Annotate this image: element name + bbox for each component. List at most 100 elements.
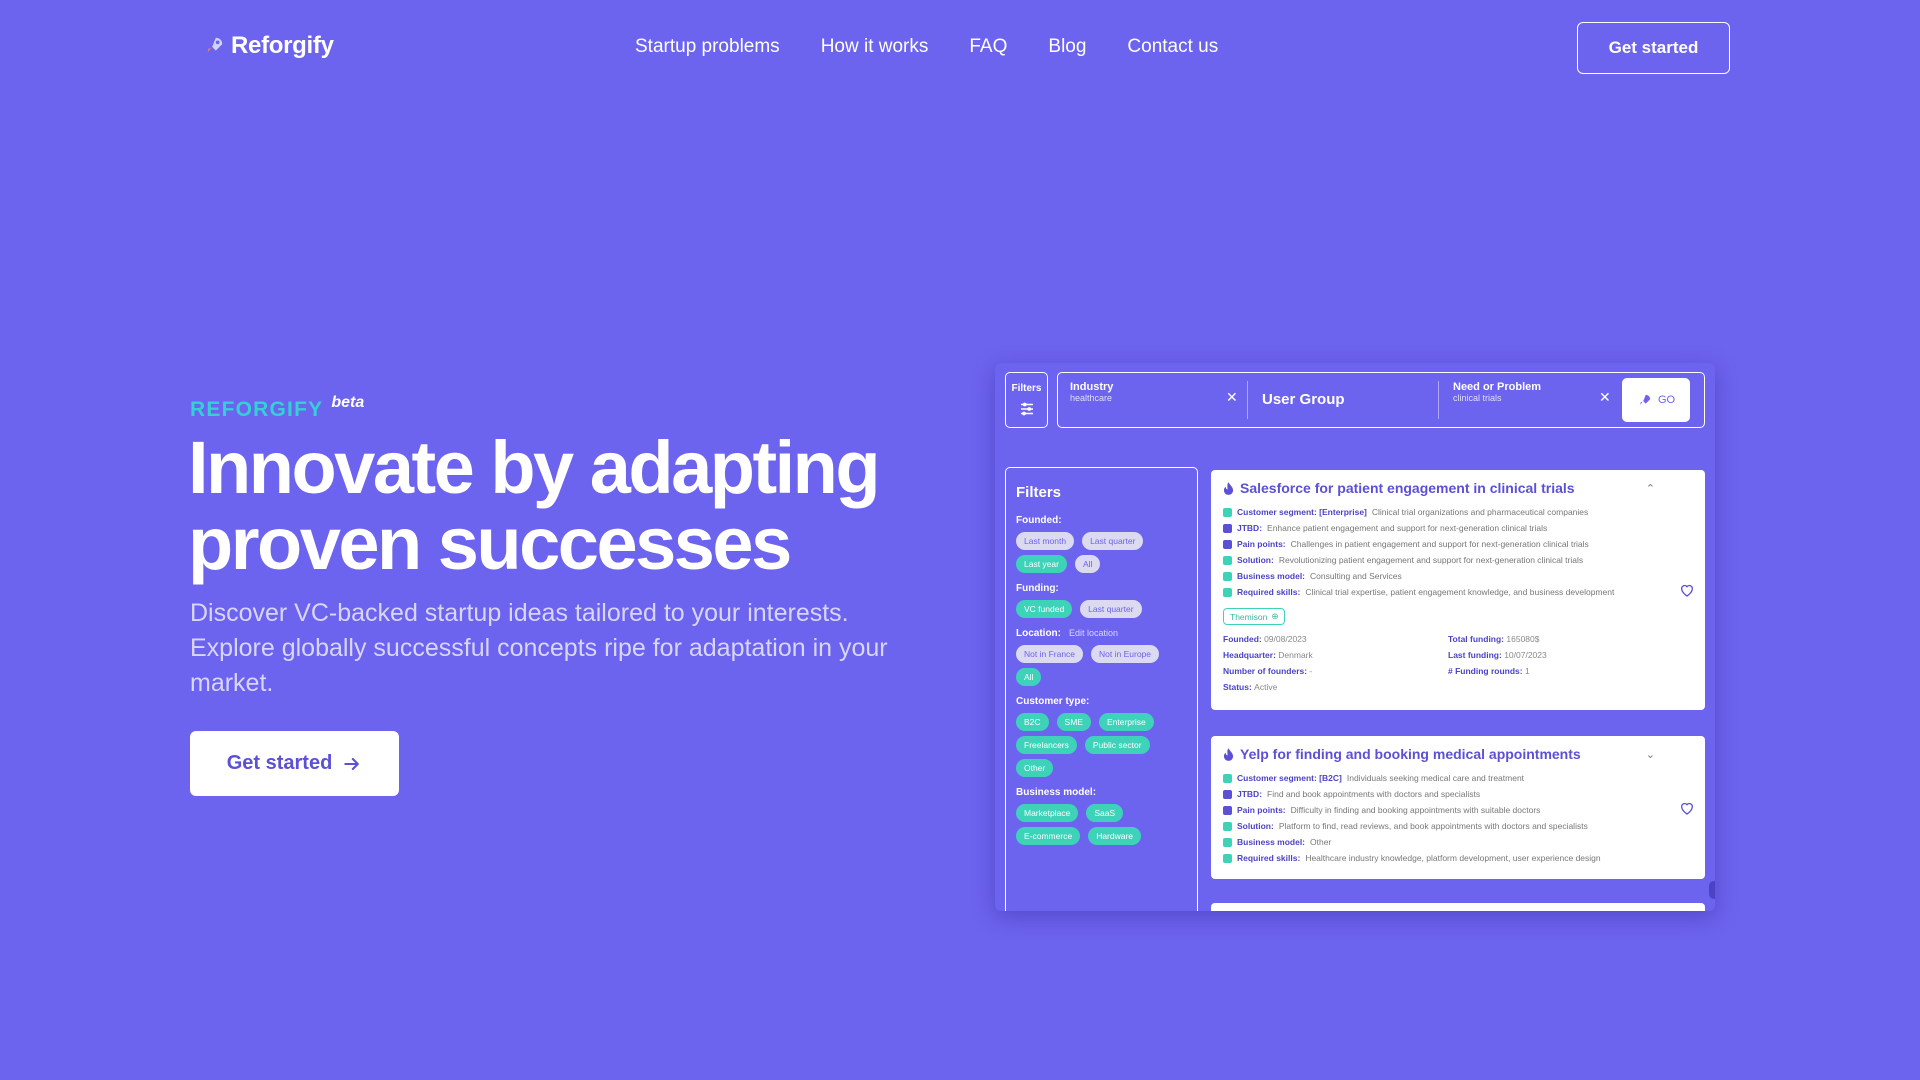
meta-item: Status: Active xyxy=(1223,682,1278,692)
mock-idea-card: Yelp for finding and booking medical app… xyxy=(1211,736,1705,879)
filter-chip: Other xyxy=(1016,759,1054,777)
flame-icon xyxy=(1223,747,1234,761)
detail-value: Clinical trial expertise, patient engage… xyxy=(1305,587,1615,597)
tools-icon xyxy=(1223,821,1232,831)
detail-key: JTBD: xyxy=(1237,523,1263,533)
skills-icon xyxy=(1223,587,1232,597)
list-icon xyxy=(1223,539,1232,549)
detail-key: Required skills: xyxy=(1237,853,1301,863)
mock-filters-button: Filters xyxy=(1005,372,1048,428)
detail-value: Platform to find, read reviews, and book… xyxy=(1278,821,1588,831)
mock-user-group-field: User Group xyxy=(1262,391,1345,408)
detail-key: JTBD: xyxy=(1237,789,1263,799)
card-title-text: Yelp for finding and booking medical app… xyxy=(1240,746,1581,762)
detail-key: Required skills: xyxy=(1237,587,1301,597)
skills-icon xyxy=(1223,853,1232,863)
arrow-right-icon xyxy=(344,757,360,770)
detail-key: Business model: xyxy=(1237,571,1306,581)
card-detail-row: Business model: Other xyxy=(1223,834,1693,850)
company-tag: Themison ⊕ xyxy=(1223,608,1286,625)
headline-line-2: proven successes xyxy=(188,502,792,585)
top-navigation: Reforgify Startup problems How it works … xyxy=(0,0,1920,96)
detail-key: Pain points: xyxy=(1237,805,1286,815)
detail-value: Enhance patient engagement and support f… xyxy=(1267,523,1548,533)
mock-filters-label: Filters xyxy=(1011,382,1042,394)
filter-group-funding: Funding: VC funded Last quarter xyxy=(1016,583,1187,618)
meta-item: # Funding rounds: 1 xyxy=(1448,666,1530,676)
sliders-icon xyxy=(1020,402,1033,415)
card-detail-row: Customer segment: [Enterprise] Clinical t… xyxy=(1223,504,1693,520)
chevron-down-icon: ⌄ xyxy=(1645,749,1655,761)
detail-value: Individuals seeking medical care and tre… xyxy=(1346,773,1525,783)
flame-icon xyxy=(1223,481,1234,495)
filter-label-text: Location: xyxy=(1016,628,1061,639)
company-tag-text: Themison xyxy=(1230,611,1268,622)
detail-value: Find and book appointments with doctors … xyxy=(1267,789,1481,799)
filter-chip: Last month xyxy=(1016,532,1075,550)
detail-value: Challenges in patient engagement and sup… xyxy=(1290,539,1589,549)
filter-chip: Last quarter xyxy=(1080,600,1142,618)
nav-get-started-button[interactable]: Get started xyxy=(1577,22,1730,74)
filter-chip: All xyxy=(1074,555,1101,573)
filter-chip: E-commerce xyxy=(1016,827,1081,845)
detail-key: Solution: xyxy=(1237,821,1274,831)
detail-value: Difficulty in finding and booking appoin… xyxy=(1290,805,1541,815)
edit-location-link: Edit location xyxy=(1069,628,1119,638)
filter-chip: SME xyxy=(1056,713,1091,731)
mock-go-label: GO xyxy=(1657,394,1676,406)
product-screenshot: Filters Industry healthcare ✕ User Group… xyxy=(995,363,1715,911)
filter-label: Funding: xyxy=(1016,583,1059,594)
chip-list: Marketplace SaaS E-commerce Hardware xyxy=(1016,804,1187,845)
card-detail-row: Required skills: Healthcare industry know… xyxy=(1223,850,1693,866)
filter-label: Customer type: xyxy=(1016,696,1090,707)
hero-get-started-button[interactable]: Get started xyxy=(190,731,399,796)
chevron-up-icon: ⌃ xyxy=(1645,483,1655,495)
chip-list: B2C SME Enterprise Freelancers Public sector… xyxy=(1016,713,1187,777)
hero-eyebrow: REFORGIFY beta xyxy=(190,394,364,422)
card-detail-row: Solution: Platform to find, read reviews,… xyxy=(1223,818,1693,834)
meta-item: Headquarter: Denmark xyxy=(1223,650,1313,660)
filter-chip: B2C xyxy=(1016,713,1049,731)
heart-icon xyxy=(1679,582,1695,603)
detail-key: Solution: xyxy=(1237,555,1274,565)
meta-item: Last funding: 10/07/2023 xyxy=(1448,650,1547,660)
filter-chip: Public sector xyxy=(1084,736,1150,754)
mock-idea-card: Salesforce for patient engagement in cli… xyxy=(1211,470,1705,710)
brand-logo[interactable]: Reforgify xyxy=(203,32,334,60)
list-icon xyxy=(1223,523,1232,533)
card-title: Yelp for finding and booking medical app… xyxy=(1223,746,1693,762)
filter-chip: Not in France xyxy=(1016,645,1084,663)
tools-icon xyxy=(1223,555,1232,565)
nav-link-how-it-works[interactable]: How it works xyxy=(821,36,929,58)
mock-industry-field: Industry healthcare ✕ xyxy=(1070,381,1245,419)
list-icon xyxy=(1223,805,1232,815)
filter-chip: Freelancers xyxy=(1016,736,1077,754)
detail-key: Business model: xyxy=(1237,837,1306,847)
headline-line-1: Innovate by adapting xyxy=(188,426,881,509)
mock-industry-value: healthcare xyxy=(1070,393,1113,403)
beta-badge: beta xyxy=(331,394,365,411)
detail-value: Healthcare industry knowledge, platform … xyxy=(1305,853,1601,863)
dollar-icon xyxy=(1223,571,1232,581)
mock-sidebar-title: Filters xyxy=(1016,484,1062,501)
detail-value: Clinical trial organizations and pharmac… xyxy=(1371,507,1589,517)
mock-search-bar: Industry healthcare ✕ User Group Need or… xyxy=(1057,372,1705,428)
chip-list: Not in France Not in Europe All xyxy=(1016,645,1187,686)
nav-link-startup-problems[interactable]: Startup problems xyxy=(635,36,780,58)
card-title-text: Salesforce for patient engagement in cli… xyxy=(1240,480,1575,496)
nav-link-blog[interactable]: Blog xyxy=(1048,36,1086,58)
dollar-icon xyxy=(1223,837,1232,847)
filter-group-location: Location: Edit location Not in France Not… xyxy=(1016,628,1187,686)
filter-group-customer-type: Customer type: B2C SME Enterprise Freelance… xyxy=(1016,696,1187,777)
card-meta: Founded: 09/08/2023 Total funding: 165080… xyxy=(1223,631,1693,695)
filter-chip: Enterprise xyxy=(1098,713,1154,731)
filter-label: Business model: xyxy=(1016,787,1097,798)
brand-name: Reforgify xyxy=(231,32,334,59)
filter-chip: Hardware xyxy=(1088,827,1142,845)
nav-link-faq[interactable]: FAQ xyxy=(969,36,1007,58)
hero-cta-label: Get started xyxy=(226,752,333,774)
card-detail-row: JTBD: Find and book appointments with doc… xyxy=(1223,786,1693,802)
nav-link-contact-us[interactable]: Contact us xyxy=(1127,36,1218,58)
mock-industry-title: Industry xyxy=(1070,381,1114,393)
filter-label: Location: Edit location xyxy=(1016,628,1187,639)
